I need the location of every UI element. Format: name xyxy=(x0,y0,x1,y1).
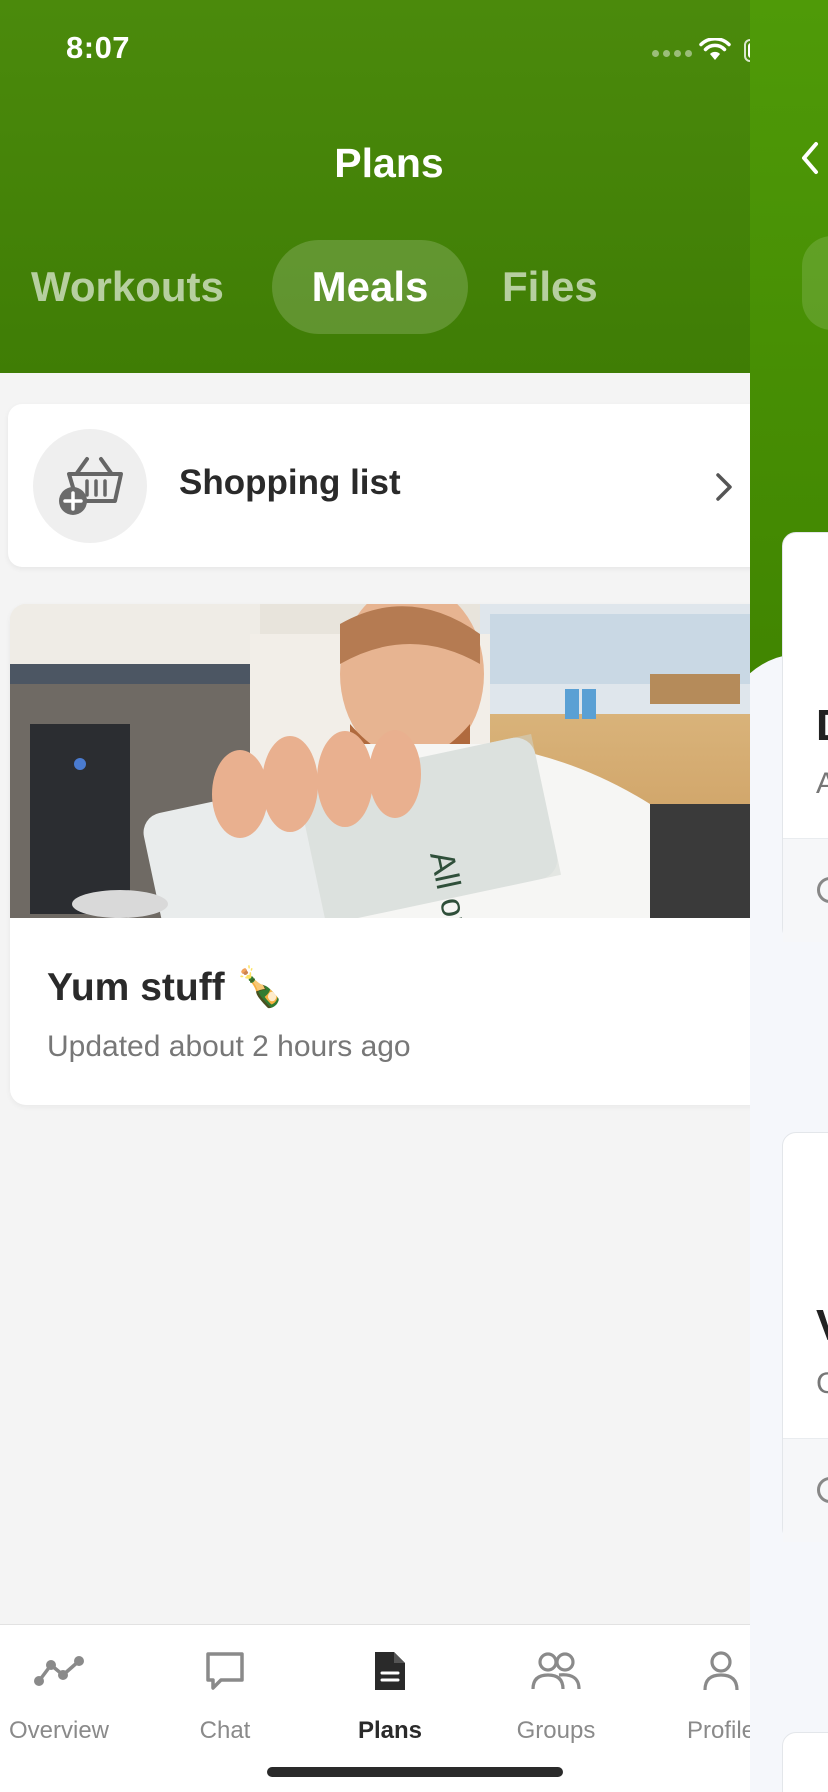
back-chevron-icon[interactable] xyxy=(798,140,822,176)
tabbar-chat[interactable]: Chat xyxy=(150,1641,300,1745)
card-1-subtitle: A xyxy=(816,767,828,800)
meal-plan-card[interactable]: All one Yum stuff 🍾 Updated about 2 hour… xyxy=(10,604,750,1105)
page-title: Plans xyxy=(334,140,444,186)
tabbar-profile[interactable]: Profile xyxy=(646,1641,750,1745)
tab-meals[interactable]: Meals xyxy=(272,240,468,334)
card-2-subtitle: C xyxy=(816,1367,828,1400)
card-2-title: V xyxy=(816,1301,828,1351)
profile-icon xyxy=(703,1651,739,1691)
status-time: 8:07 xyxy=(66,30,131,65)
tabbar-groups[interactable]: Groups xyxy=(481,1641,631,1745)
tab-files[interactable]: Files xyxy=(502,240,598,334)
card-1-title: D xyxy=(816,701,828,751)
shopping-list-icon-circle xyxy=(33,429,147,543)
next-screen-card-2[interactable]: V C xyxy=(782,1132,828,1542)
tabbar-overview-label: Overview xyxy=(8,1717,110,1744)
home-indicator xyxy=(267,1767,563,1777)
next-screen-card-3[interactable] xyxy=(782,1732,828,1792)
plan-photo: All one xyxy=(10,604,750,918)
status-icons xyxy=(652,38,750,62)
plan-updated-time: Updated about 2 hours ago xyxy=(47,1030,411,1063)
chat-bubble-icon xyxy=(206,1652,244,1690)
next-screen-tab-pill[interactable] xyxy=(802,236,828,330)
shopping-list-label: Shopping list xyxy=(179,463,401,502)
tabbar-chat-label: Chat xyxy=(199,1717,251,1744)
chevron-right-icon xyxy=(716,473,732,501)
cellular-signal-icon xyxy=(652,50,692,57)
next-screen-preview: D A V C xyxy=(750,0,828,1792)
plan-tabs: Workouts Meals Files xyxy=(0,240,750,334)
tabbar-overview[interactable]: Overview xyxy=(0,1641,134,1745)
wifi-icon xyxy=(699,38,731,60)
tabbar-plans[interactable]: Plans xyxy=(315,1641,465,1745)
basket-plus-icon xyxy=(59,457,123,515)
shopping-list-row[interactable]: Shopping list xyxy=(8,404,750,567)
tabbar-profile-label: Profile xyxy=(686,1717,750,1744)
tabbar-groups-label: Groups xyxy=(516,1717,596,1744)
header: 8:07 Plans Workouts Meals Files xyxy=(0,0,750,373)
overview-graph-icon xyxy=(34,1656,84,1686)
document-icon xyxy=(375,1652,405,1690)
next-screen-card-1[interactable]: D A xyxy=(782,532,828,942)
tabbar-plans-label: Plans xyxy=(357,1717,423,1744)
groups-icon xyxy=(531,1652,581,1690)
plans-screen: 8:07 Plans Workouts Meals Files Shopping… xyxy=(0,0,750,1792)
plan-title: Yum stuff 🍾 xyxy=(47,966,285,1009)
tab-workouts[interactable]: Workouts xyxy=(31,240,224,334)
